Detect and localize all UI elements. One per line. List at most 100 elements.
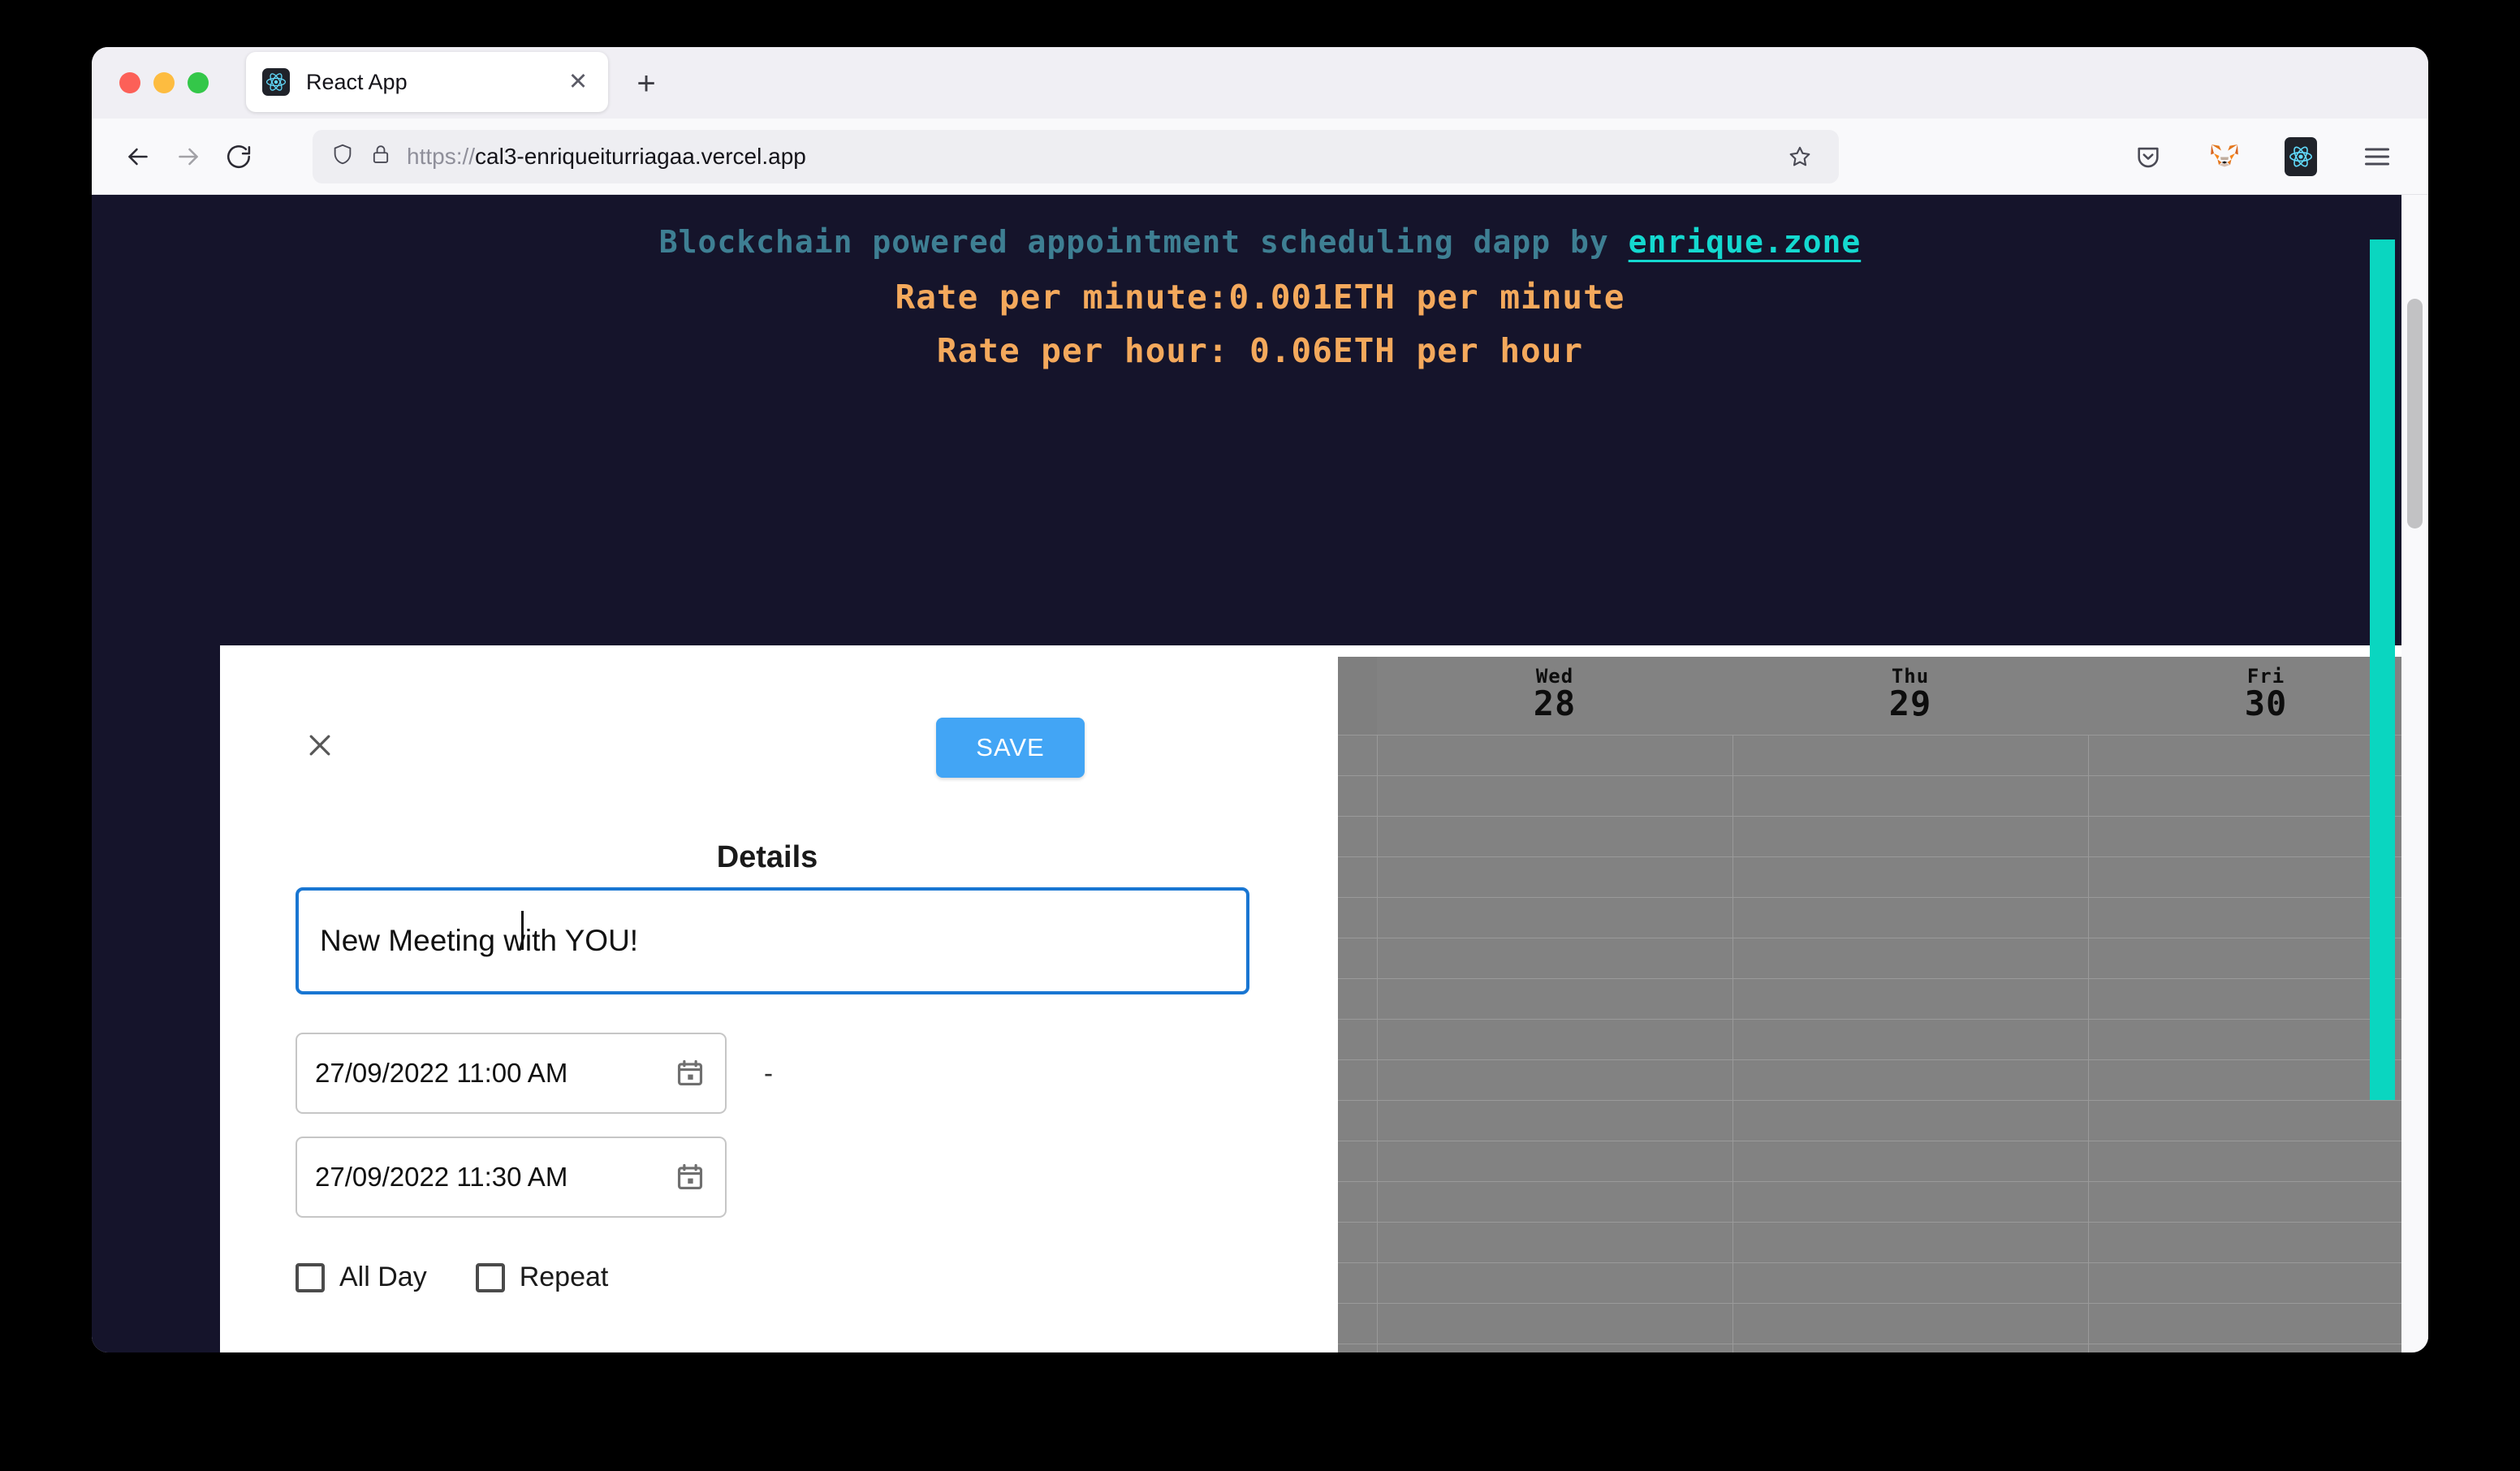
tab-strip: React App ✕ +: [92, 47, 2428, 119]
dapp-header: Blockchain powered appointment schedulin…: [92, 195, 2428, 370]
dapp-tagline: Blockchain powered appointment schedulin…: [92, 224, 2428, 260]
start-date-value: 27/09/2022 11:00 AM: [315, 1058, 568, 1088]
end-date-field[interactable]: 27/09/2022 11:30 AM: [296, 1137, 727, 1218]
calendar-slot-cell[interactable]: [1377, 1060, 1732, 1100]
calendar-slot-cell[interactable]: [1377, 1344, 1732, 1352]
arrow-left-icon[interactable]: [113, 132, 163, 182]
minimize-window-button[interactable]: [153, 72, 175, 93]
calendar-slot-cell[interactable]: [2088, 1141, 2428, 1181]
calendar-slot-cell[interactable]: [1377, 1304, 1732, 1344]
calendar-slot-cell[interactable]: [1732, 898, 2088, 938]
reload-icon[interactable]: [214, 132, 264, 182]
calendar-slot-cell[interactable]: [1732, 1263, 2088, 1303]
hamburger-menu-icon[interactable]: [2355, 135, 2399, 179]
close-modal-button[interactable]: [301, 727, 339, 764]
start-date-row: 27/09/2022 11:00 AM -: [296, 1033, 773, 1114]
calendar-slot-cell[interactable]: [1732, 817, 2088, 856]
calendar-slot-cell[interactable]: [1377, 1263, 1732, 1303]
calendar-row: [1338, 1060, 2428, 1101]
calendar-row: [1338, 1304, 2428, 1344]
page-scrollbar-track[interactable]: [2401, 195, 2428, 1352]
start-date-field[interactable]: 27/09/2022 11:00 AM: [296, 1033, 727, 1114]
calendar-slot-cell[interactable]: [1732, 857, 2088, 897]
calendar-icon[interactable]: [673, 1056, 707, 1090]
calendar-body: [1338, 736, 2428, 1352]
content-row: SAVE Details 27/09/2022 11:00 AM: [220, 645, 2428, 1352]
calendar-slot-cell[interactable]: [1377, 1101, 1732, 1141]
calendar-slot-cell[interactable]: [1732, 1020, 2088, 1059]
react-logo-icon: [262, 68, 290, 96]
calendar-slot-cell[interactable]: [1732, 1223, 2088, 1262]
calendar-slot-cell[interactable]: [1732, 736, 2088, 775]
calendar-slot-cell[interactable]: [2088, 1304, 2428, 1344]
close-window-button[interactable]: [119, 72, 140, 93]
time-gutter-cell: [1338, 898, 1377, 938]
enrique-zone-link[interactable]: enrique.zone: [1629, 224, 1862, 260]
star-icon[interactable]: [1779, 136, 1821, 178]
calendar-row: [1338, 776, 2428, 817]
calendar-slot-cell[interactable]: [1732, 1304, 2088, 1344]
calendar-slot-cell[interactable]: [2088, 1182, 2428, 1222]
time-gutter-cell: [1338, 857, 1377, 897]
url-bar[interactable]: https://cal3-enriqueiturriagaa.vercel.ap…: [313, 129, 1839, 183]
react-devtools-icon[interactable]: [2279, 135, 2323, 179]
browser-tab[interactable]: React App ✕: [246, 52, 608, 112]
calendar-slot-cell[interactable]: [1377, 1223, 1732, 1262]
time-gutter-cell: [1338, 1304, 1377, 1344]
day-header-wed[interactable]: Wed 28: [1377, 657, 1732, 735]
repeat-checkbox-group[interactable]: Repeat: [475, 1262, 609, 1293]
appointment-modal: SAVE Details 27/09/2022 11:00 AM: [220, 645, 1314, 1352]
arrow-right-icon[interactable]: [163, 132, 214, 182]
rate-per-hour: Rate per hour: 0.06ETH per hour: [936, 331, 1584, 370]
title-input[interactable]: [296, 887, 1249, 994]
extension-toolbar: [2126, 135, 2407, 179]
maximize-window-button[interactable]: [188, 72, 209, 93]
calendar-slot-cell[interactable]: [1377, 898, 1732, 938]
calendar-slot-cell[interactable]: [1377, 857, 1732, 897]
page-scrollbar-thumb[interactable]: [2407, 299, 2423, 528]
calendar-slot-cell[interactable]: [1732, 1141, 2088, 1181]
repeat-label: Repeat: [519, 1262, 609, 1292]
time-gutter-cell: [1338, 1141, 1377, 1181]
calendar-row: [1338, 1223, 2428, 1263]
calendar-slot-cell[interactable]: [1377, 938, 1732, 978]
calendar-icon[interactable]: [673, 1160, 707, 1194]
calendar-slot-cell[interactable]: [1732, 1182, 2088, 1222]
calendar-slot-cell[interactable]: [2088, 1223, 2428, 1262]
calendar-slot-cell[interactable]: [1732, 938, 2088, 978]
calendar-row: [1338, 1101, 2428, 1141]
calendar-slot-cell[interactable]: [1732, 1060, 2088, 1100]
all-day-checkbox[interactable]: [296, 1262, 325, 1292]
close-tab-icon[interactable]: ✕: [564, 68, 592, 96]
calendar-slot-cell[interactable]: [1377, 1020, 1732, 1059]
calendar-row: [1338, 938, 2428, 979]
calendar-slot-cell[interactable]: [2088, 1344, 2428, 1352]
lock-icon: [369, 143, 392, 170]
calendar-slot-cell[interactable]: [2088, 1263, 2428, 1303]
calendar-slot-cell[interactable]: [1377, 1182, 1732, 1222]
page-accent-bar: [2370, 239, 2395, 1100]
calendar-slot-cell[interactable]: [1732, 776, 2088, 816]
all-day-checkbox-group[interactable]: All Day: [296, 1262, 427, 1293]
calendar-grid: Wed 28 Thu 29 Fri 30: [1338, 657, 2428, 1352]
calendar-slot-cell[interactable]: [1377, 776, 1732, 816]
calendar-slot-cell[interactable]: [1732, 979, 2088, 1019]
day-header-thu[interactable]: Thu 29: [1732, 657, 2088, 735]
time-gutter-cell: [1338, 979, 1377, 1019]
time-gutter-cell: [1338, 1263, 1377, 1303]
calendar-slot-cell[interactable]: [1732, 1344, 2088, 1352]
calendar-slot-cell[interactable]: [1377, 1141, 1732, 1181]
checkbox-row: All Day Repeat: [296, 1262, 608, 1293]
new-tab-button[interactable]: +: [626, 63, 667, 104]
repeat-checkbox[interactable]: [475, 1262, 505, 1292]
time-gutter-cell: [1338, 1101, 1377, 1141]
calendar-slot-cell[interactable]: [1377, 736, 1732, 775]
time-gutter-cell: [1338, 1060, 1377, 1100]
calendar-slot-cell[interactable]: [1377, 979, 1732, 1019]
save-button[interactable]: SAVE: [936, 718, 1085, 778]
calendar-slot-cell[interactable]: [2088, 1101, 2428, 1141]
calendar-slot-cell[interactable]: [1732, 1101, 2088, 1141]
calendar-slot-cell[interactable]: [1377, 817, 1732, 856]
metamask-fox-icon[interactable]: [2203, 135, 2246, 179]
pocket-icon[interactable]: [2126, 135, 2170, 179]
